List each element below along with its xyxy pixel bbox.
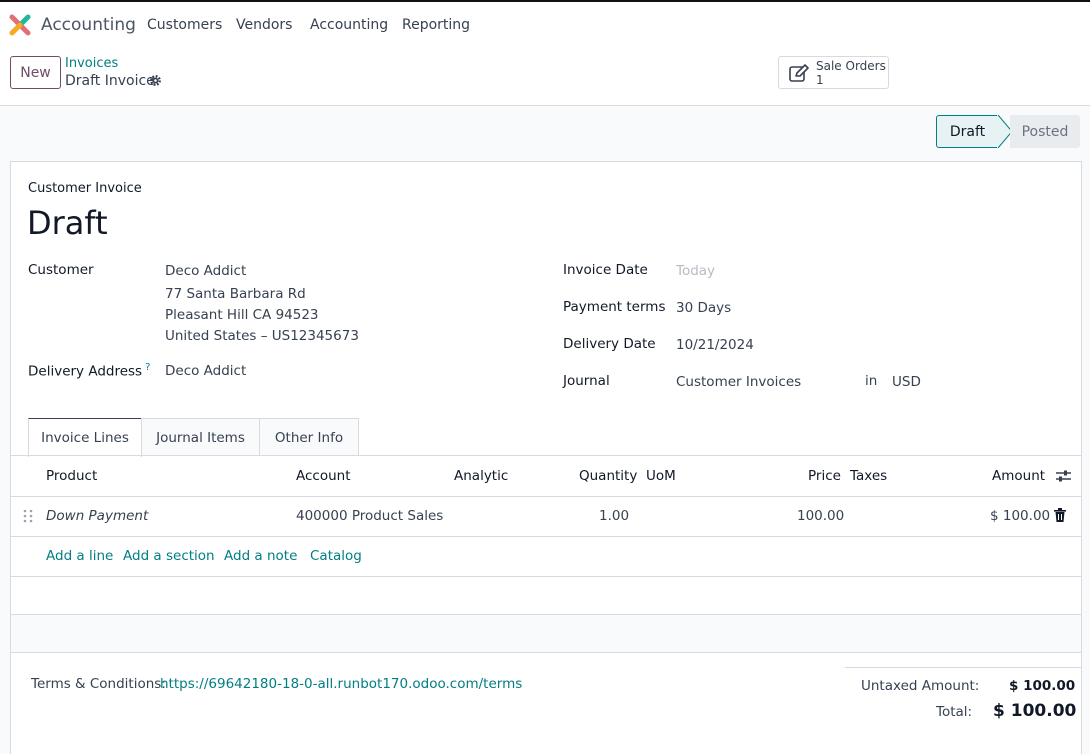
column-header-product[interactable]: Product (46, 468, 97, 484)
payment-terms-label: Payment terms (563, 299, 666, 315)
gear-icon[interactable] (149, 74, 162, 87)
delivery-address-label: Delivery Address? (28, 362, 150, 380)
nav-vendors[interactable]: Vendors (236, 17, 292, 33)
tab-other-info[interactable]: Other Info (259, 418, 359, 456)
table-header-divider (11, 496, 1081, 497)
total-label: Total: (936, 704, 973, 720)
add-note-link[interactable]: Add a note (224, 548, 297, 564)
nav-accounting[interactable]: Accounting (310, 17, 388, 33)
payment-terms-field[interactable]: 30 Days (676, 300, 731, 316)
column-header-analytic[interactable]: Analytic (454, 468, 508, 484)
column-header-taxes[interactable]: Taxes (850, 468, 887, 484)
status-posted[interactable]: Posted (1010, 115, 1080, 148)
delivery-date-label: Delivery Date (563, 336, 656, 352)
currency-field[interactable]: USD (892, 374, 921, 390)
column-header-account[interactable]: Account (296, 468, 351, 484)
delivery-address-label-text: Delivery Address (28, 363, 143, 380)
customer-field[interactable]: Deco Addict (165, 263, 246, 279)
invoice-date-field[interactable]: Today (676, 263, 715, 279)
table-border (11, 455, 1081, 456)
trash-icon[interactable] (1054, 508, 1066, 522)
breadcrumb-current: Draft Invoice (65, 73, 155, 89)
column-header-quantity[interactable]: Quantity (579, 468, 637, 484)
untaxed-amount-label: Untaxed Amount: (861, 678, 980, 694)
top-navbar: Accounting Customers Vendors Accounting … (0, 2, 1090, 48)
document-type: Customer Invoice (28, 181, 142, 196)
empty-row (11, 577, 1081, 615)
totals-divider (845, 667, 1081, 668)
control-panel: New Invoices Draft Invoice Sale Orders 1 (0, 48, 1090, 106)
customer-label: Customer (28, 262, 94, 278)
breadcrumb-invoices[interactable]: Invoices (65, 56, 118, 71)
nav-reporting[interactable]: Reporting (402, 17, 470, 33)
tab-journal-items[interactable]: Journal Items (141, 418, 260, 456)
app-name[interactable]: Accounting (41, 15, 136, 35)
edit-icon (789, 64, 809, 82)
column-header-uom[interactable]: UoM (646, 468, 676, 484)
new-button[interactable]: New (10, 56, 61, 89)
app-logo-icon[interactable] (9, 14, 31, 36)
column-header-amount[interactable]: Amount (992, 468, 1045, 484)
untaxed-amount-value: $ 100.00 (1009, 678, 1076, 694)
sale-orders-smart-button[interactable]: Sale Orders 1 (778, 56, 889, 89)
table-row-divider (11, 536, 1081, 537)
customer-address-line: Pleasant Hill CA 94523 (165, 307, 319, 323)
table-row-quantity[interactable]: 1.00 (599, 508, 629, 524)
terms-label: Terms & Conditions: (31, 676, 166, 692)
catalog-link[interactable]: Catalog (310, 548, 362, 564)
nav-customers[interactable]: Customers (147, 17, 222, 33)
table-bottom-border (11, 652, 1081, 653)
add-section-link[interactable]: Add a section (123, 548, 215, 564)
column-settings-icon[interactable] (1056, 469, 1071, 483)
status-draft[interactable]: Draft (936, 115, 998, 148)
help-icon[interactable]: ? (145, 362, 150, 373)
invoice-form-sheet: Customer Invoice Draft Customer Deco Add… (10, 161, 1082, 754)
terms-link[interactable]: https://69642180-18-0-all.runbot170.odoo… (160, 676, 522, 692)
delivery-date-field[interactable]: 10/21/2024 (676, 337, 754, 353)
customer-address-line: United States – US12345673 (165, 328, 359, 344)
table-row-amount: $ 100.00 (990, 508, 1051, 524)
customer-address-line: 77 Santa Barbara Rd (165, 286, 306, 302)
add-line-link[interactable]: Add a line (46, 548, 113, 564)
smart-button-count: 1 (816, 73, 824, 87)
tab-invoice-lines[interactable]: Invoice Lines (28, 418, 142, 457)
table-row-account[interactable]: 400000 Product Sales (296, 508, 443, 524)
delivery-address-field[interactable]: Deco Addict (165, 363, 246, 379)
column-header-price[interactable]: Price (808, 468, 841, 484)
page-title: Draft (27, 204, 108, 242)
journal-label: Journal (563, 373, 610, 389)
table-row-product[interactable]: Down Payment (46, 508, 148, 524)
journal-in-text: in (865, 373, 878, 389)
empty-row (11, 615, 1081, 653)
smart-button-label: Sale Orders (816, 59, 886, 73)
invoice-date-label: Invoice Date (563, 262, 648, 278)
table-row-price[interactable]: 100.00 (797, 508, 844, 524)
total-value: $ 100.00 (993, 701, 1077, 721)
drag-handle-icon[interactable] (22, 509, 34, 523)
journal-field[interactable]: Customer Invoices (676, 374, 801, 390)
